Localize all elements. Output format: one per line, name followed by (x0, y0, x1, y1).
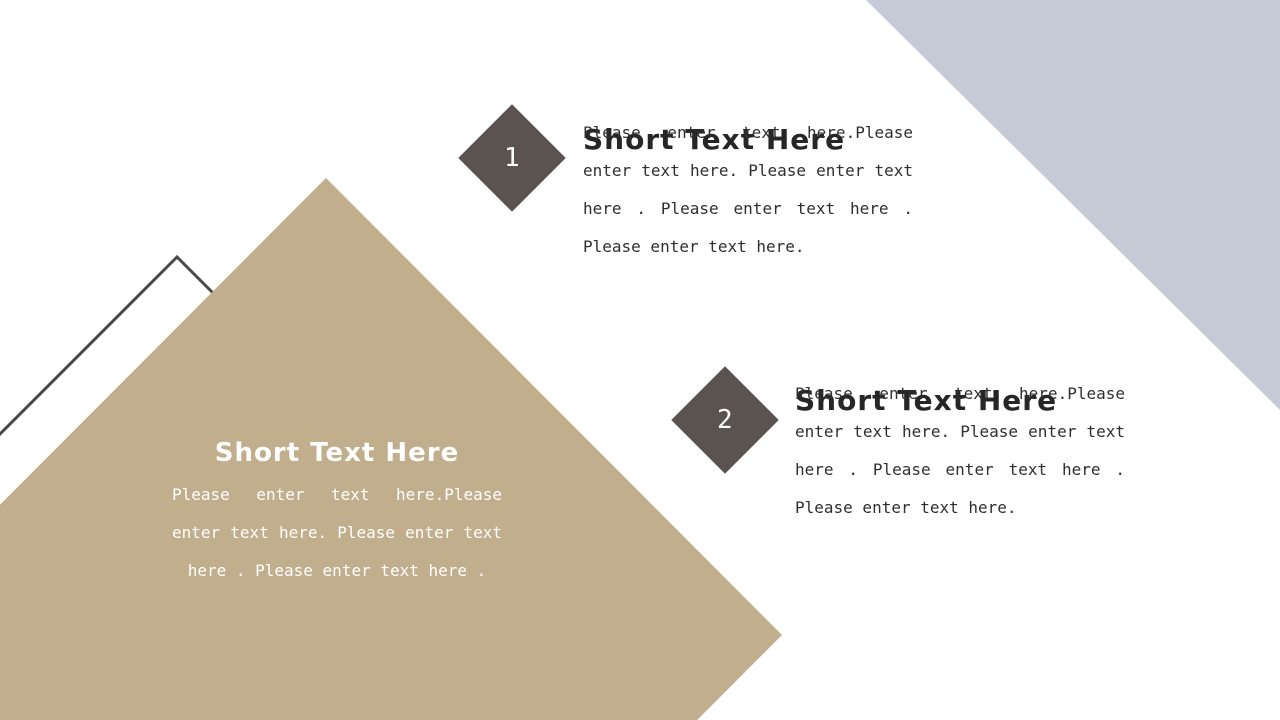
number-badge-2[interactable]: 2 (671, 366, 779, 474)
text-block-2: Short Text Here Please enter text here.P… (795, 379, 1125, 527)
text-block-1: Short Text Here Please enter text here.P… (583, 118, 913, 266)
number-badge-1[interactable]: 1 (458, 104, 566, 212)
text-block-1-body: Please enter text here.Please enter text… (583, 123, 913, 256)
slide-canvas: 添加页面标题内容 1 2 Short Text Here Please ente… (0, 0, 1280, 720)
text-block-3-body: Please enter text here.Please enter text… (172, 485, 502, 580)
number-badge-2-label: 2 (717, 405, 733, 435)
number-badge-1-label: 1 (504, 143, 520, 173)
text-block-3: Short Text Here Please enter text here.P… (172, 434, 502, 590)
text-block-3-title: Short Text Here (214, 438, 460, 468)
corner-banner-shape (866, 0, 1280, 410)
text-block-2-body: Please enter text here.Please enter text… (795, 384, 1125, 517)
decorative-shapes (0, 0, 1280, 720)
